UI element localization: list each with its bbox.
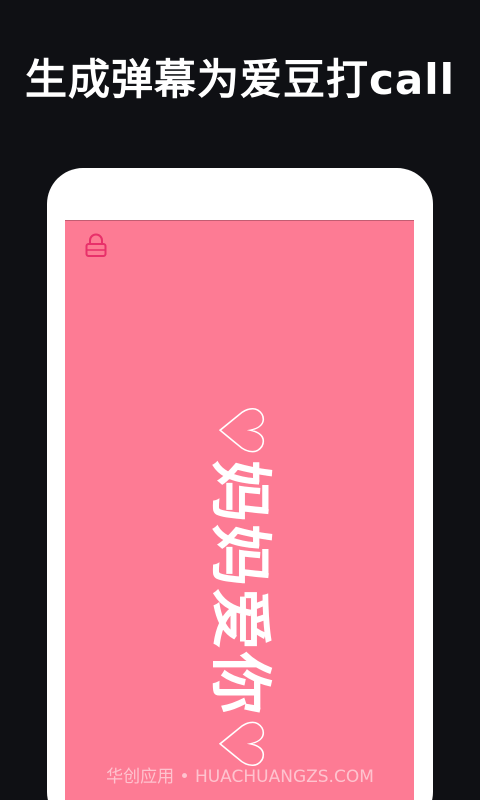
- watermark-text: 华创应用 • HUACHUANGZS.COM: [106, 767, 374, 787]
- barrage-text: ♡妈妈爱你♡: [203, 402, 277, 774]
- lock-icon: [85, 233, 107, 257]
- barrage-preview-screen: ♡妈妈爱你♡: [65, 220, 414, 800]
- lock-button[interactable]: [83, 232, 109, 258]
- promo-headline: 生成弹幕为爱豆打call: [24, 55, 456, 104]
- phone-frame: ♡妈妈爱你♡: [47, 168, 433, 800]
